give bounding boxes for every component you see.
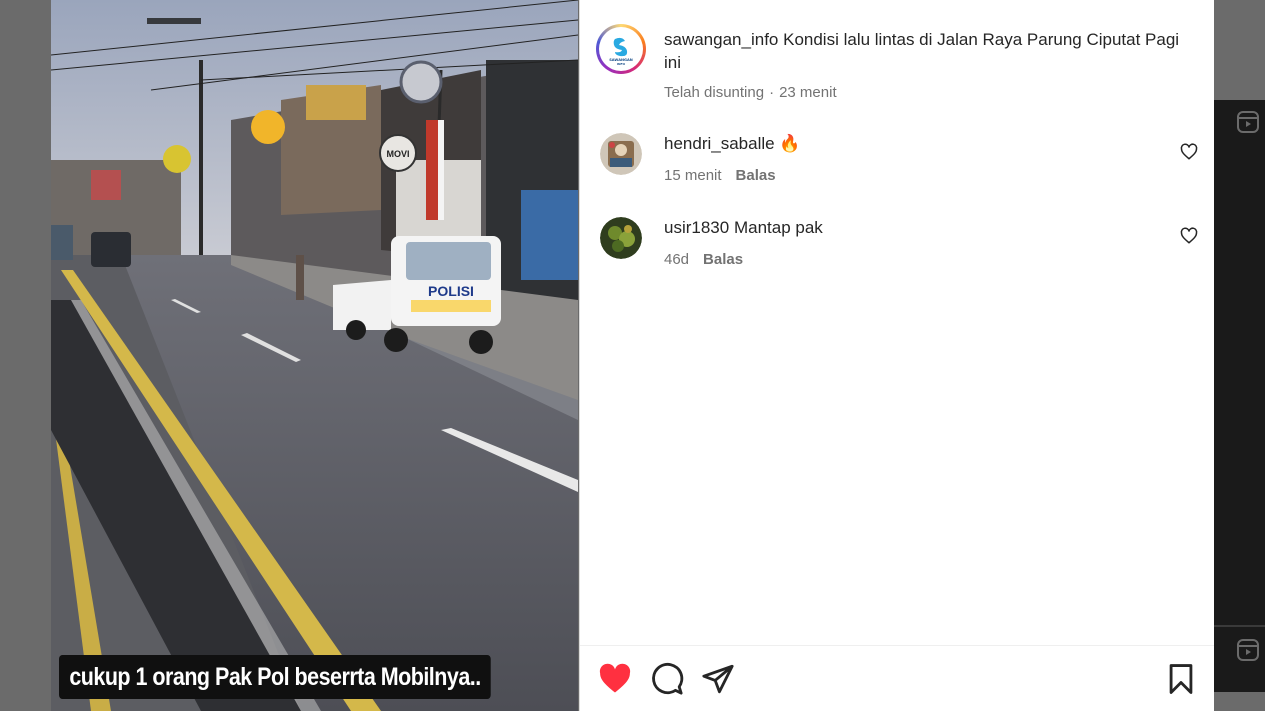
preview-divider: [1214, 625, 1265, 627]
reels-icon: [1237, 111, 1259, 133]
reels-icon: [1237, 639, 1259, 661]
next-post-preview[interactable]: [1214, 100, 1265, 692]
comment-meta: 46d Balas: [664, 251, 743, 268]
reply-button[interactable]: Balas: [736, 167, 776, 184]
commenter-avatar[interactable]: [600, 217, 642, 259]
post-media-video[interactable]: MOVI POLISI cukup 1 orang Pak Pol beserr…: [51, 0, 578, 711]
reply-button[interactable]: Balas: [703, 251, 743, 268]
comment-item: usir1830 Mantap pak 46d Balas: [600, 217, 1200, 277]
comment-time: 46d: [664, 251, 690, 268]
comment-text: Mantap pak: [733, 218, 823, 237]
svg-text:INFO: INFO: [617, 62, 626, 66]
comment-bubble-icon[interactable]: [650, 662, 684, 696]
author-avatar[interactable]: SAWANGAN INFO: [596, 24, 646, 74]
heart-filled-icon[interactable]: [598, 662, 632, 696]
comment-text: 🔥: [779, 134, 801, 153]
bookmark-icon[interactable]: [1164, 662, 1198, 696]
comment-username[interactable]: hendri_saballe: [664, 134, 775, 153]
video-caption-overlay: cukup 1 orang Pak Pol beserrta Mobilnya.…: [59, 655, 492, 699]
comment-time: 15 menit: [664, 167, 722, 184]
comment-body: hendri_saballe 🔥: [664, 133, 801, 155]
comment-body: usir1830 Mantap pak: [664, 217, 823, 239]
street-scene-image: MOVI POLISI: [51, 0, 578, 711]
post-caption: sawangan_info Kondisi lalu lintas di Jal…: [664, 28, 1194, 74]
post-time[interactable]: 23 menit: [779, 84, 837, 101]
paper-plane-icon[interactable]: [701, 662, 735, 696]
comment-username[interactable]: usir1830: [664, 218, 729, 237]
meta-separator: ·: [769, 84, 775, 101]
commenter-avatar[interactable]: [600, 133, 642, 175]
heart-outline-icon[interactable]: [1180, 143, 1198, 161]
left-backdrop: [0, 0, 51, 711]
vehicle-label: POLISI: [428, 283, 474, 299]
comment-meta: 15 menit Balas: [664, 167, 776, 184]
post-meta: Telah disunting · 23 menit: [664, 84, 837, 101]
edited-label: Telah disunting: [664, 84, 765, 101]
media-watermark: [147, 18, 201, 24]
comment-item: hendri_saballe 🔥 15 menit Balas: [600, 133, 1200, 193]
sawangan-info-logo-icon: SAWANGAN INFO: [603, 31, 639, 67]
shop-sign-text: MOVI: [386, 149, 409, 159]
heart-outline-icon[interactable]: [1180, 227, 1198, 245]
commenter-avatar-image: [600, 217, 642, 259]
post-detail-panel: SAWANGAN INFO sawangan_info Kondisi lalu…: [579, 0, 1215, 711]
commenter-avatar-image: [600, 133, 642, 175]
right-backdrop: [1214, 0, 1265, 711]
author-username[interactable]: sawangan_info: [664, 30, 778, 49]
post-action-bar: [580, 645, 1215, 711]
